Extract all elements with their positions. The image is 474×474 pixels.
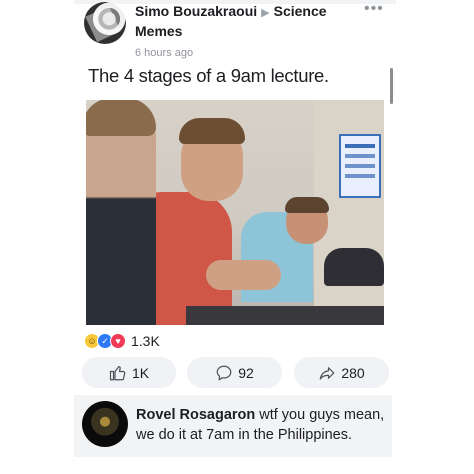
post-text: The 4 stages of a 9am lecture. (88, 65, 329, 86)
post-timestamp[interactable]: 6 hours ago (135, 47, 193, 59)
post-card: Simo Bouzakraoui ▶ Science Memes ••• 6 hou… (74, 0, 396, 474)
comment-button[interactable]: 92 (187, 357, 282, 388)
thumbs-up-icon (109, 365, 126, 380)
photo-student-1-hair (86, 100, 156, 136)
share-button[interactable]: 280 (294, 357, 389, 388)
comment: Rovel Rosagaron wtf you guys mean, we do … (74, 395, 392, 457)
like-count: 1K (131, 364, 150, 381)
post-header: Simo Bouzakraoui ▶ Science Memes (135, 2, 355, 40)
comment-body: Rovel Rosagaron wtf you guys mean, we do … (136, 405, 386, 445)
photo-poster (339, 134, 381, 198)
photo-student-2-hair (179, 118, 245, 144)
photo-student-4 (324, 248, 384, 286)
arrow-right-icon: ▶ (261, 7, 270, 19)
scrollbar[interactable] (390, 68, 393, 104)
photo-desk (186, 306, 384, 325)
ellipsis-icon[interactable]: ••• (364, 0, 384, 18)
share-arrow-icon (319, 366, 335, 380)
author-avatar[interactable] (84, 2, 126, 44)
reaction-summary[interactable]: ☺ ✓ ♥ 1.3K (84, 332, 160, 350)
like-button[interactable]: 1K (82, 357, 176, 388)
post-photo[interactable] (86, 100, 384, 325)
photo-student-2-arm (206, 260, 281, 290)
love-icon: ♥ (110, 333, 126, 349)
reaction-count: 1.3K (131, 333, 160, 349)
photo-student-3-hair (285, 197, 329, 213)
commenter-avatar[interactable] (82, 401, 128, 447)
comment-count: 92 (238, 364, 254, 381)
comment-bubble-icon (216, 365, 232, 380)
comment-author[interactable]: Rovel Rosagaron (136, 407, 255, 423)
share-count: 280 (341, 364, 365, 381)
author-name[interactable]: Simo Bouzakraoui (135, 3, 257, 19)
